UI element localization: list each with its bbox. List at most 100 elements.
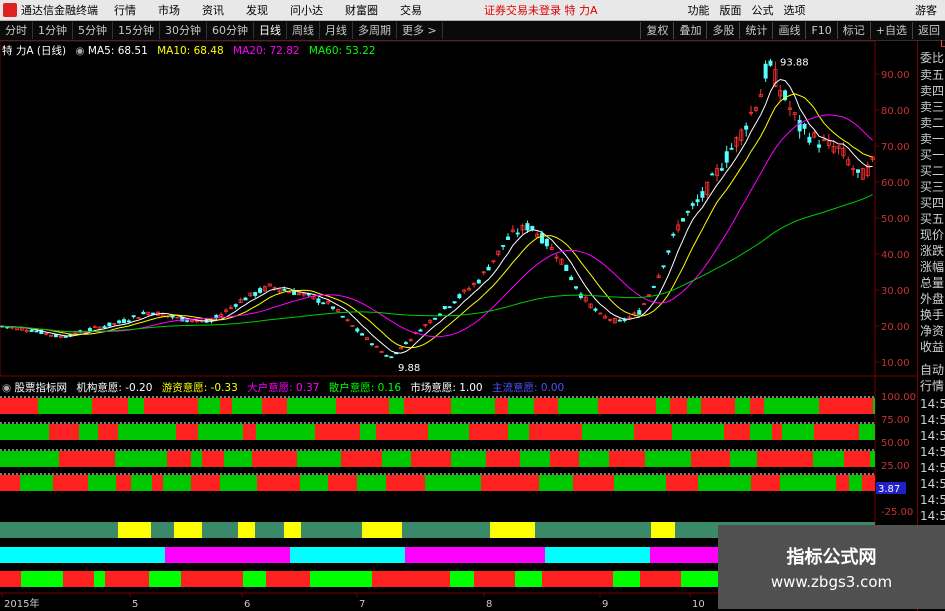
guest-label[interactable]: 游客 — [915, 2, 937, 18]
side-panel-lr-toggle[interactable]: L R — [940, 39, 945, 50]
period-tab-5min[interactable]: 5分钟 — [73, 22, 113, 39]
period-tab-1min[interactable]: 1分钟 — [33, 22, 73, 39]
settings-icon[interactable]: ◉ — [75, 45, 84, 57]
indicator-bar-segment — [534, 398, 558, 414]
menu-item-wealth[interactable]: 财富圈 — [345, 2, 378, 18]
indicator-bar-segment — [780, 475, 836, 491]
candle-body — [384, 354, 389, 357]
period-tab-30min[interactable]: 30分钟 — [160, 22, 207, 39]
period-tab-monthly[interactable]: 月线 — [320, 22, 353, 39]
indicator-bar-segment — [38, 398, 92, 414]
menu-item-discover[interactable]: 发现 — [246, 2, 268, 18]
indicator-bar-segment — [193, 522, 202, 538]
candle-body — [817, 144, 822, 148]
menu-item-news[interactable]: 资讯 — [202, 2, 224, 18]
period-tab-weekly[interactable]: 周线 — [287, 22, 320, 39]
side-panel-item: 买一 — [920, 148, 945, 162]
side-panel-item: 买三 — [920, 180, 945, 194]
menu-item-quotes[interactable]: 行情 — [114, 2, 136, 18]
candle-body — [695, 199, 700, 203]
indicator-bar-segment — [451, 398, 495, 414]
candle-body — [768, 60, 773, 66]
tool-mark[interactable]: 标记 — [836, 22, 870, 39]
indicator-legend: ◉ 股票指标网 机构意愿: -0.20 游资意愿: -0.33 大户意愿: 0.… — [2, 380, 570, 395]
indicator-bar-segment — [614, 475, 666, 491]
indicator-bar-segment — [782, 424, 814, 440]
indicator-bar-segment — [0, 547, 165, 563]
indicator-axis-label: 100.00 — [881, 392, 916, 403]
side-panel-item: 14:50 — [920, 493, 945, 507]
period-tab-multi[interactable]: 多周期 — [353, 22, 397, 39]
candle-body — [34, 330, 39, 333]
price-axis-label: 60.00 — [881, 178, 910, 189]
period-toolbar: 分时 1分钟 5分钟 15分钟 30分钟 60分钟 日线 周线 月线 多周期 更… — [0, 21, 945, 41]
side-panel-item: 卖五 — [920, 68, 945, 82]
period-tab-daily[interactable]: 日线 — [254, 22, 287, 39]
indicator-bar-segment — [595, 522, 612, 538]
menu-item-ask[interactable]: 问小达 — [290, 2, 323, 18]
period-tab-15min[interactable]: 15分钟 — [113, 22, 160, 39]
side-panel-item: 买二 — [920, 164, 945, 178]
date-axis-label: 10 — [692, 599, 705, 610]
indicator-bar-segment — [118, 522, 151, 538]
menu-item-options[interactable]: 选项 — [784, 2, 806, 18]
menu-item-trade[interactable]: 交易 — [400, 2, 422, 18]
price-axis-label: 20.00 — [881, 322, 910, 333]
login-warning[interactable]: 证券交易未登录 特 力A — [484, 2, 598, 18]
indicator-bar-segment — [387, 522, 402, 538]
side-panel-item: 卖一 — [920, 132, 945, 146]
indicator-bar-segment — [520, 451, 550, 467]
indicator-title: 股票指标网 — [14, 382, 68, 394]
date-axis-label: 9 — [602, 599, 608, 610]
watermark: 指标公式网 www.zbgs3.com — [718, 525, 945, 609]
menu-item-functions[interactable]: 功能 — [688, 2, 710, 18]
candle-body — [403, 342, 408, 344]
candle-body — [141, 311, 146, 315]
candle-body — [476, 279, 481, 284]
period-tab-60min[interactable]: 60分钟 — [207, 22, 254, 39]
tool-draw[interactable]: 画线 — [772, 22, 805, 39]
indicator-bar-segment — [859, 424, 875, 440]
indicator-bar-segment — [151, 522, 174, 538]
indicator-bar-segment — [539, 475, 573, 491]
indicator-bar-segment — [252, 451, 297, 467]
price-axis-label: 50.00 — [881, 214, 910, 225]
tool-adjust[interactable]: 复权 — [640, 22, 673, 39]
indicator-bar-segment — [105, 571, 149, 587]
indicator-bar-segment — [256, 424, 315, 440]
tool-overlay[interactable]: 叠加 — [673, 22, 706, 39]
period-tab-more[interactable]: 更多 > — [397, 22, 443, 39]
tool-f10[interactable]: F10 — [805, 22, 836, 39]
indicator-axis-label: 50.00 — [881, 438, 910, 449]
indicator-bar-segment — [425, 475, 481, 491]
candle-body — [63, 336, 68, 338]
candle-body — [744, 125, 749, 130]
ma5-line — [2, 78, 873, 354]
indicator-bar-segment — [402, 522, 421, 538]
indicator-bar-segment — [0, 398, 38, 414]
tool-multistock[interactable]: 多股 — [706, 22, 739, 39]
candle-body — [360, 333, 365, 336]
tool-stats[interactable]: 统计 — [739, 22, 772, 39]
indicator-bar-segment — [262, 398, 287, 414]
menu-item-market[interactable]: 市场 — [158, 2, 180, 18]
candle-body — [690, 203, 695, 206]
menu-item-layout[interactable]: 版面 — [720, 2, 742, 18]
indicator-bar-segment — [545, 547, 650, 563]
candle-body — [214, 315, 219, 319]
indicator-bar-segment — [724, 424, 750, 440]
tool-back[interactable]: 返回 — [912, 22, 945, 39]
indicator-bar-segment — [757, 451, 813, 467]
indicator-bar-segment — [405, 547, 545, 563]
candle-body — [797, 119, 802, 132]
watermark-url: www.zbgs3.com — [770, 573, 893, 591]
tool-add-watchlist[interactable]: +自选 — [869, 22, 912, 39]
candle-body — [442, 306, 447, 310]
menu-item-formula[interactable]: 公式 — [752, 2, 774, 18]
indicator-bar-segment — [698, 475, 751, 491]
candle-body — [724, 151, 729, 163]
indicator-bar-segment — [609, 451, 645, 467]
period-tab-timeshare[interactable]: 分时 — [0, 22, 33, 39]
indicator-bar-segment — [508, 424, 529, 440]
settings-icon[interactable]: ◉ — [2, 382, 11, 394]
